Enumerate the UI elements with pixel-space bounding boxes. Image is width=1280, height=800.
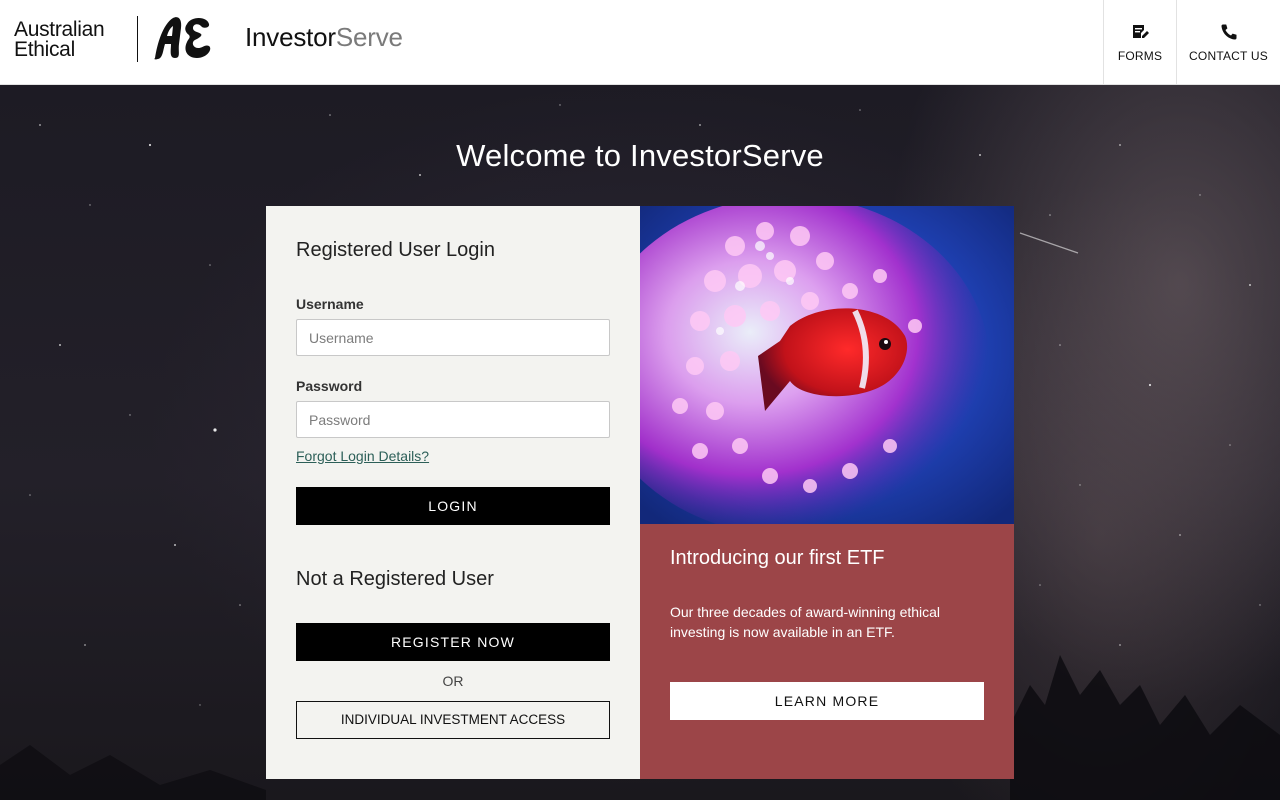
clownfish-anemone-image: [640, 206, 1014, 524]
promo-image: [640, 206, 1014, 524]
contact-us-nav-label: CONTACT US: [1189, 48, 1268, 63]
product-title: InvestorServe: [245, 22, 403, 53]
learn-more-button[interactable]: LEARN MORE: [670, 682, 984, 720]
forgot-login-link[interactable]: Forgot Login Details?: [296, 448, 429, 464]
logo-divider: [137, 16, 138, 62]
site-header: Australian Ethical InvestorServe FORMS C…: [0, 0, 1280, 85]
logo-wordmark: Australian Ethical: [14, 18, 105, 61]
product-title-serve: Serve: [335, 22, 403, 52]
logo-line-2: Ethical: [14, 38, 75, 61]
or-separator: OR: [442, 673, 464, 689]
promo-body: Our three decades of award-winning ethic…: [670, 604, 941, 640]
forms-nav-button[interactable]: FORMS: [1103, 0, 1176, 85]
logo-line-1: Australian: [14, 18, 105, 41]
register-now-button[interactable]: REGISTER NOW: [296, 623, 610, 661]
contact-us-nav-button[interactable]: CONTACT US: [1176, 0, 1280, 85]
login-button[interactable]: LOGIN: [296, 487, 610, 525]
forms-nav-label: FORMS: [1117, 48, 1163, 63]
login-heading: Registered User Login: [296, 239, 495, 261]
form-edit-icon: [1133, 24, 1149, 38]
password-input[interactable]: [296, 401, 610, 438]
phone-icon: [1220, 24, 1236, 40]
not-registered-heading: Not a Registered User: [296, 568, 494, 590]
australian-ethical-logo[interactable]: Australian Ethical: [14, 16, 211, 64]
welcome-title: Welcome to InvestorServe: [456, 138, 824, 173]
username-input[interactable]: [296, 319, 610, 356]
username-label: Username: [296, 296, 364, 312]
promo-title: Introducing our first ETF: [670, 547, 885, 569]
ae-monogram-icon: [154, 17, 211, 60]
password-label: Password: [296, 378, 363, 394]
product-title-investor: Investor: [245, 22, 336, 52]
individual-investment-access-button[interactable]: INDIVIDUAL INVESTMENT ACCESS: [296, 701, 610, 739]
